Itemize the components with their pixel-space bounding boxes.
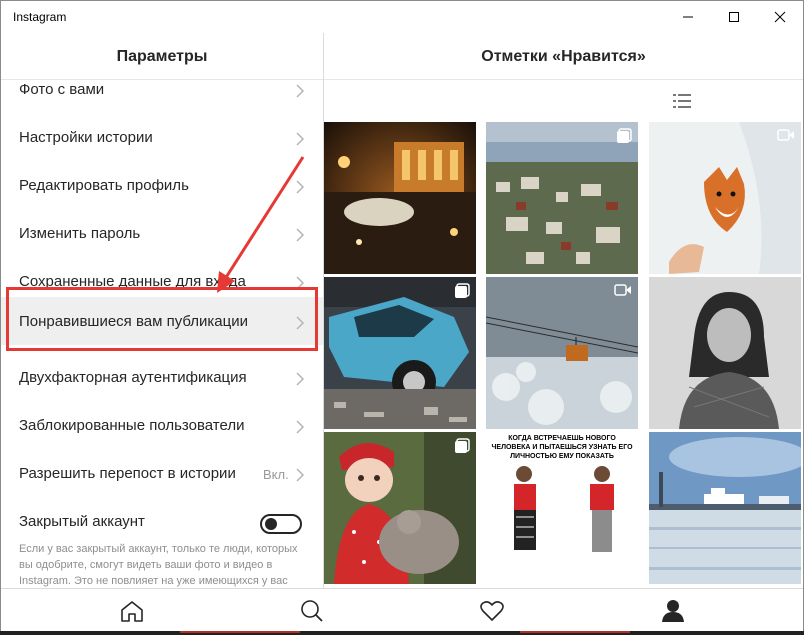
settings-item-private-account: Закрытый аккаунт xyxy=(1,499,323,547)
nav-profile[interactable] xyxy=(660,599,686,623)
settings-pane: Фото с вами Настройки истории Редактиров… xyxy=(1,33,323,588)
settings-item-two-factor[interactable]: Двухфакторная аутентификация xyxy=(1,355,323,403)
video-icon xyxy=(614,284,631,296)
night-city-photo xyxy=(324,122,476,274)
settings-item-label: Двухфакторная аутентификация xyxy=(19,369,247,386)
post-thumbnail[interactable] xyxy=(486,277,638,429)
profile-icon xyxy=(662,600,684,622)
nav-activity[interactable] xyxy=(479,599,505,623)
chevron-right-icon xyxy=(296,228,305,242)
post-thumbnail[interactable] xyxy=(324,122,476,274)
settings-item-blocked-users[interactable]: Заблокированные пользователи xyxy=(1,403,323,451)
aerial-city-photo xyxy=(486,122,638,274)
title-bar: Instagram xyxy=(1,1,803,33)
private-account-note: Если у вас закрытый аккаунт, только те л… xyxy=(19,543,298,587)
taskbar-edge xyxy=(0,631,804,635)
settings-item-label: Изменить пароль xyxy=(19,225,141,242)
liked-header: Отметки «Нравится» xyxy=(324,33,803,80)
settings-item-label: Редактировать профиль xyxy=(19,177,189,194)
multiple-icon xyxy=(455,283,470,298)
chevron-right-icon xyxy=(296,132,305,146)
list-view-tab[interactable] xyxy=(670,90,694,112)
settings-item-label: Фото с вами xyxy=(19,81,105,98)
setting-value: Вкл. xyxy=(263,467,289,482)
portrait-photo xyxy=(649,277,801,429)
private-account-toggle[interactable] xyxy=(260,514,302,534)
chevron-right-icon xyxy=(296,420,305,434)
app-window: Instagram Фото с вами Настройки истории … xyxy=(0,0,804,635)
cable-car-photo xyxy=(486,277,638,429)
close-icon xyxy=(774,11,786,23)
toggle-knob xyxy=(265,518,277,530)
highlight-box xyxy=(6,287,318,351)
chevron-right-icon xyxy=(296,84,305,98)
meme-photo xyxy=(514,466,614,552)
settings-item-label: Разрешить перепост в истории xyxy=(19,465,236,482)
bay-photo xyxy=(649,432,801,584)
settings-item-story-resharing[interactable]: Разрешить перепост в истории Вкл. xyxy=(1,451,323,499)
multiple-icon xyxy=(617,128,632,143)
post-thumbnail[interactable] xyxy=(649,277,801,429)
chevron-right-icon xyxy=(296,180,305,194)
multiple-icon xyxy=(455,438,470,453)
settings-item-change-password[interactable]: Изменить пароль xyxy=(1,211,323,259)
liked-title: Отметки «Нравится» xyxy=(481,48,646,65)
settings-item-label: Заблокированные пользователи xyxy=(19,417,245,434)
blue-car-photo xyxy=(324,277,476,429)
maximize-button[interactable] xyxy=(711,1,757,33)
video-icon xyxy=(777,129,794,141)
chevron-right-icon xyxy=(296,468,305,482)
nav-home[interactable] xyxy=(119,599,145,623)
chevron-right-icon xyxy=(296,372,305,386)
settings-item-label: Настройки истории xyxy=(19,129,153,146)
settings-item-edit-profile[interactable]: Редактировать профиль xyxy=(1,163,323,211)
post-thumbnail[interactable] xyxy=(649,122,801,274)
post-thumbnail[interactable]: КОГДА ВСТРЕЧАЕШЬ НОВОГО ЧЕЛОВЕКА И ПЫТАЕ… xyxy=(486,432,638,584)
fox-snow-photo xyxy=(649,122,801,274)
view-tabs xyxy=(324,80,803,188)
post-thumbnail[interactable] xyxy=(324,432,476,584)
settings-item-story-settings[interactable]: Настройки истории xyxy=(1,115,323,163)
search-icon xyxy=(301,600,323,622)
post-thumbnail[interactable] xyxy=(649,432,801,584)
nav-search[interactable] xyxy=(299,599,325,623)
close-button[interactable] xyxy=(757,1,803,33)
list-icon xyxy=(673,94,691,108)
settings-header: Параметры xyxy=(1,33,323,80)
minimize-button[interactable] xyxy=(665,1,711,33)
liked-pane: Отметки «Нравится» КОГДА ВСТРЕЧАЕШЬ НОВО… xyxy=(324,33,803,588)
settings-item-label: Закрытый аккаунт xyxy=(19,513,145,530)
bottom-navigation xyxy=(1,588,803,633)
heart-icon xyxy=(480,601,504,621)
home-icon xyxy=(121,601,143,622)
baby-photo xyxy=(324,432,476,584)
window-title: Instagram xyxy=(13,10,67,24)
maximize-icon xyxy=(729,12,739,22)
minimize-icon xyxy=(683,16,693,18)
post-thumbnail[interactable] xyxy=(324,277,476,429)
settings-title: Параметры xyxy=(116,48,208,65)
post-thumbnail[interactable] xyxy=(486,122,638,274)
